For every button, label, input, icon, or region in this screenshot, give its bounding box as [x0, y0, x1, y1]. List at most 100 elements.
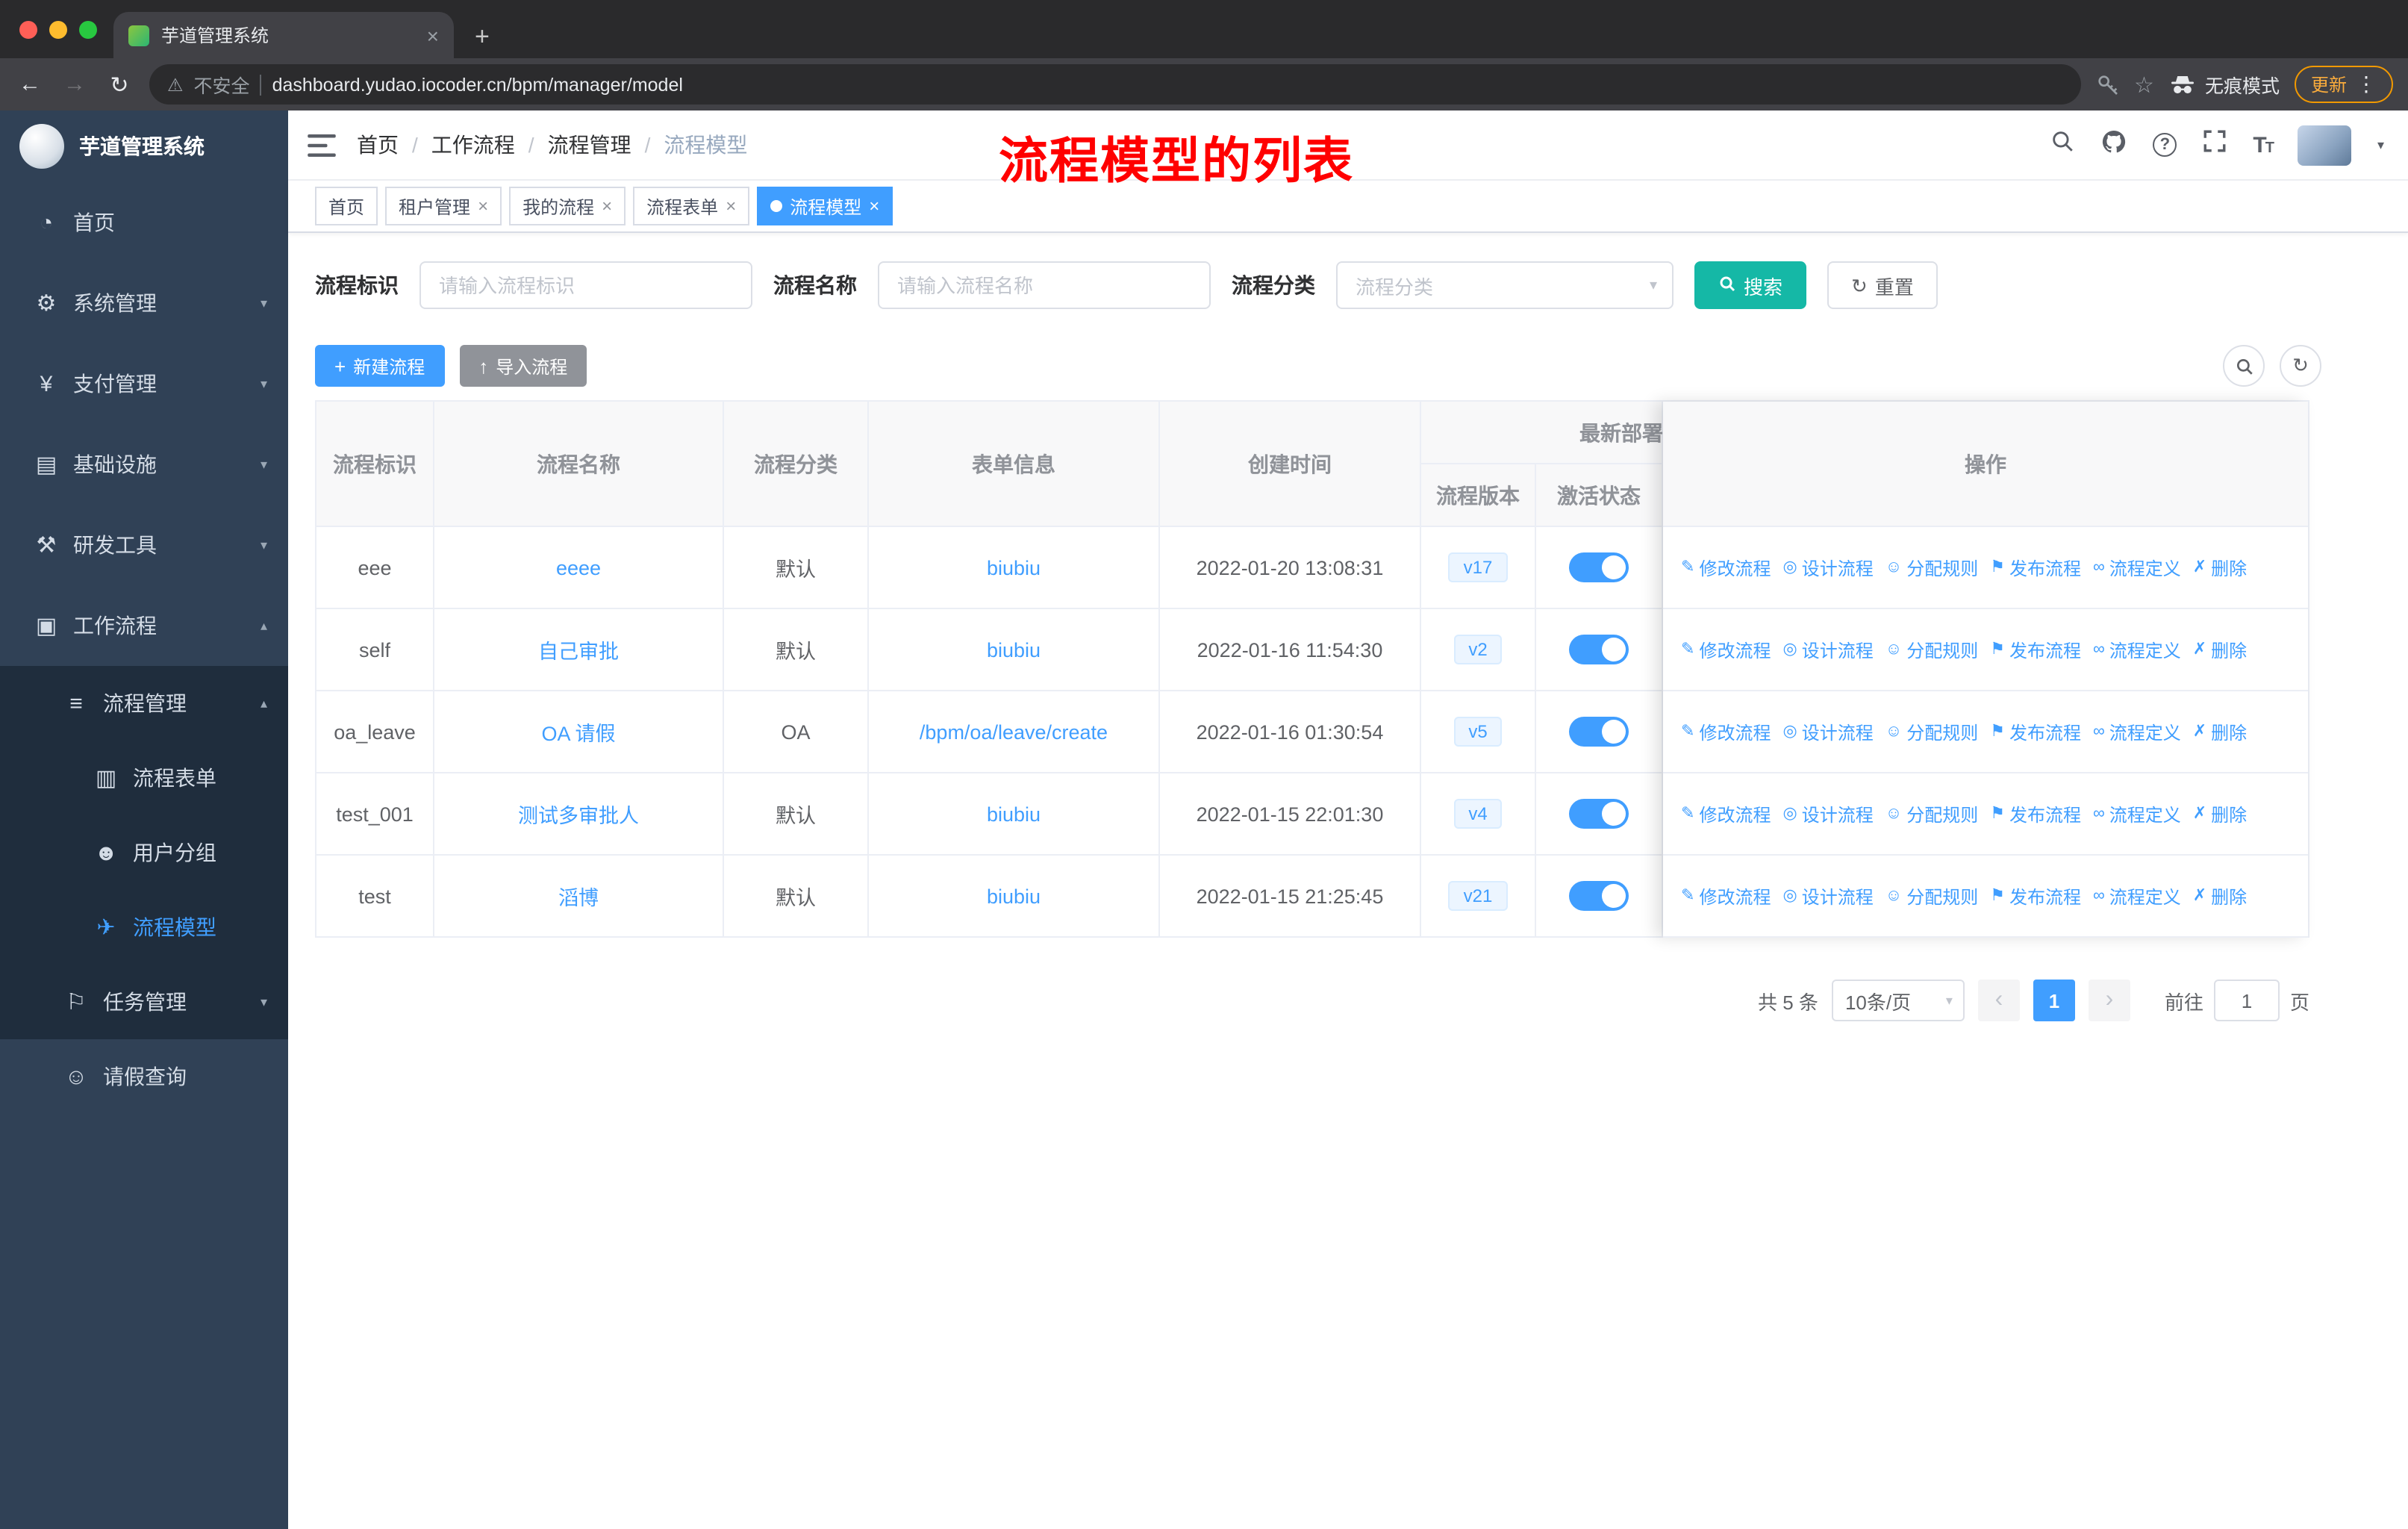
avatar[interactable]: [2298, 125, 2352, 165]
search-icon[interactable]: [2050, 128, 2075, 161]
sidebar-item-user-group[interactable]: ☻ 用户分组: [0, 815, 288, 890]
op-publish-link[interactable]: ⚑ 发布流程: [1990, 555, 2081, 580]
tag-home[interactable]: 首页: [315, 187, 378, 225]
process-category-select[interactable]: 流程分类 ▾: [1336, 261, 1674, 309]
close-icon[interactable]: ×: [869, 197, 879, 215]
address-bar[interactable]: ⚠ 不安全 dashboard.yudao.iocoder.cn/bpm/man…: [149, 64, 2081, 105]
sidebar-item-payment[interactable]: ¥ 支付管理 ▾: [0, 343, 288, 424]
sidebar-item-system[interactable]: ⚙ 系统管理 ▾: [0, 263, 288, 343]
op-publish-link[interactable]: ⚑ 发布流程: [1990, 637, 2081, 662]
process-name-link[interactable]: eeee: [556, 556, 601, 579]
sidebar-item-process-model[interactable]: ✈ 流程模型: [0, 890, 288, 965]
op-publish-link[interactable]: ⚑ 发布流程: [1990, 801, 2081, 826]
op-definition-link[interactable]: ∞ 流程定义: [2093, 883, 2181, 909]
back-button[interactable]: ←: [15, 72, 45, 97]
sidebar-item-leave-query[interactable]: ☺ 请假查询: [0, 1039, 288, 1114]
toggle-search-button[interactable]: [2223, 345, 2265, 387]
tag-process-model[interactable]: 流程模型 ×: [757, 187, 893, 225]
tab-close-icon[interactable]: ×: [427, 25, 439, 46]
password-key-icon[interactable]: [2095, 72, 2119, 96]
op-modify-link[interactable]: ✎ 修改流程: [1681, 637, 1771, 662]
active-toggle[interactable]: [1569, 881, 1629, 911]
breadcrumb-workflow[interactable]: 工作流程: [431, 130, 515, 160]
form-info-link[interactable]: biubiu: [987, 803, 1041, 825]
process-name-link[interactable]: 滔博: [558, 881, 599, 911]
op-delete-link[interactable]: ✗ 删除: [2193, 637, 2247, 662]
forward-button[interactable]: →: [60, 72, 90, 97]
op-assign-rule-link[interactable]: ☺ 分配规则: [1885, 883, 1979, 909]
op-modify-link[interactable]: ✎ 修改流程: [1681, 801, 1771, 826]
prev-page-button[interactable]: ‹: [1977, 980, 2020, 1021]
goto-page-input[interactable]: [2213, 980, 2280, 1021]
op-definition-link[interactable]: ∞ 流程定义: [2093, 555, 2181, 580]
minimize-window-button[interactable]: [49, 21, 67, 39]
sidebar-item-home[interactable]: ◔ 首页: [0, 182, 288, 263]
op-design-link[interactable]: ◎ 设计流程: [1782, 555, 1873, 580]
sidebar-item-process-form[interactable]: ▥ 流程表单: [0, 741, 288, 815]
hamburger-icon[interactable]: [308, 134, 336, 156]
active-toggle[interactable]: [1569, 717, 1629, 747]
sidebar-item-infrastructure[interactable]: ▤ 基础设施 ▾: [0, 424, 288, 505]
page-1-button[interactable]: 1: [2033, 980, 2075, 1021]
op-modify-link[interactable]: ✎ 修改流程: [1681, 555, 1771, 580]
update-chrome-button[interactable]: 更新 ⋮: [2294, 66, 2393, 103]
op-publish-link[interactable]: ⚑ 发布流程: [1990, 883, 2081, 909]
active-toggle[interactable]: [1569, 552, 1629, 582]
font-size-icon[interactable]: TT: [2253, 132, 2274, 158]
form-info-link[interactable]: biubiu: [987, 638, 1041, 661]
form-info-link[interactable]: /bpm/oa/leave/create: [920, 720, 1108, 743]
op-definition-link[interactable]: ∞ 流程定义: [2093, 637, 2181, 662]
op-delete-link[interactable]: ✗ 删除: [2193, 801, 2247, 826]
process-name-link[interactable]: 测试多审批人: [518, 799, 639, 829]
op-delete-link[interactable]: ✗ 删除: [2193, 883, 2247, 909]
process-name-link[interactable]: OA 请假: [541, 717, 615, 747]
process-name-input[interactable]: [878, 261, 1211, 309]
close-icon[interactable]: ×: [478, 197, 488, 215]
form-info-link[interactable]: biubiu: [987, 885, 1041, 907]
op-design-link[interactable]: ◎ 设计流程: [1782, 801, 1873, 826]
sidebar-item-task-manage[interactable]: ⚐ 任务管理 ▾: [0, 965, 288, 1039]
help-icon[interactable]: ?: [2153, 133, 2177, 157]
browser-menu-icon[interactable]: ⋮: [2356, 72, 2377, 97]
op-delete-link[interactable]: ✗ 删除: [2193, 719, 2247, 744]
next-page-button[interactable]: ›: [2088, 980, 2130, 1021]
op-assign-rule-link[interactable]: ☺ 分配规则: [1885, 555, 1979, 580]
refresh-table-button[interactable]: ↻: [2280, 345, 2321, 387]
op-design-link[interactable]: ◎ 设计流程: [1782, 719, 1873, 744]
import-process-button[interactable]: ↑ 导入流程: [459, 345, 587, 387]
process-key-input[interactable]: [419, 261, 752, 309]
create-process-button[interactable]: + 新建流程: [315, 345, 445, 387]
maximize-window-button[interactable]: [79, 21, 97, 39]
github-icon[interactable]: [2100, 128, 2127, 162]
breadcrumb-process-manage[interactable]: 流程管理: [548, 130, 631, 160]
op-design-link[interactable]: ◎ 设计流程: [1782, 883, 1873, 909]
sidebar-item-process-manage[interactable]: ≡ 流程管理 ▴: [0, 666, 288, 741]
op-assign-rule-link[interactable]: ☺ 分配规则: [1885, 801, 1979, 826]
close-icon[interactable]: ×: [602, 197, 612, 215]
op-delete-link[interactable]: ✗ 删除: [2193, 555, 2247, 580]
active-toggle[interactable]: [1569, 635, 1629, 664]
active-toggle[interactable]: [1569, 799, 1629, 829]
fullscreen-icon[interactable]: [2202, 128, 2227, 161]
form-info-link[interactable]: biubiu: [987, 556, 1041, 579]
breadcrumb-home[interactable]: 首页: [357, 130, 399, 160]
op-assign-rule-link[interactable]: ☺ 分配规则: [1885, 719, 1979, 744]
search-button[interactable]: 搜索: [1694, 261, 1807, 309]
sidebar-item-devtools[interactable]: ⚒ 研发工具 ▾: [0, 505, 288, 585]
tag-process-form[interactable]: 流程表单 ×: [633, 187, 750, 225]
op-modify-link[interactable]: ✎ 修改流程: [1681, 719, 1771, 744]
browser-tab[interactable]: 芋道管理系统 ×: [113, 12, 454, 58]
new-tab-button[interactable]: +: [475, 24, 490, 49]
bookmark-star-icon[interactable]: ☆: [2134, 71, 2154, 98]
close-window-button[interactable]: [19, 21, 37, 39]
process-name-link[interactable]: 自己审批: [538, 635, 619, 664]
op-assign-rule-link[interactable]: ☺ 分配规则: [1885, 637, 1979, 662]
reset-button[interactable]: ↻ 重置: [1827, 261, 1938, 309]
op-publish-link[interactable]: ⚑ 发布流程: [1990, 719, 2081, 744]
op-design-link[interactable]: ◎ 设计流程: [1782, 637, 1873, 662]
tag-my-process[interactable]: 我的流程 ×: [509, 187, 626, 225]
close-icon[interactable]: ×: [726, 197, 736, 215]
op-definition-link[interactable]: ∞ 流程定义: [2093, 719, 2181, 744]
tag-tenant[interactable]: 租户管理 ×: [385, 187, 502, 225]
op-modify-link[interactable]: ✎ 修改流程: [1681, 883, 1771, 909]
